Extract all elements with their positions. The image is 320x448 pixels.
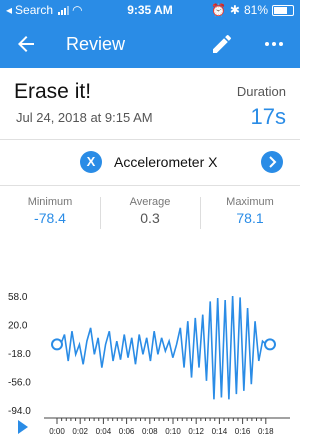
minimum-label: Minimum [27, 196, 73, 208]
x-tick-label: 0:14 [212, 427, 228, 436]
x-axis: 0:00 0:02 0:04 0:06 0:08 0:10 0:12 0:14 0:16 0:18 [44, 417, 290, 436]
x-tick-label: 0:08 [142, 427, 158, 436]
divider [0, 185, 300, 186]
next-sensor-button[interactable] [261, 151, 283, 173]
x-tick-label: 0:04 [96, 427, 112, 436]
sensor-x-icon: X [80, 151, 102, 173]
maximum-value: 78.1 [236, 210, 264, 226]
battery-icon [272, 4, 294, 16]
alarm-icon: ⏰ [210, 3, 226, 17]
y-tick-label: -18.0 [8, 349, 31, 360]
x-tick-label: 0:12 [188, 427, 204, 436]
more-dots-icon[interactable] [262, 32, 286, 56]
maximum-label: Maximum [226, 196, 274, 208]
app-bar: Review [0, 20, 300, 68]
series-line [57, 296, 270, 400]
y-tick-label: 58.0 [8, 292, 28, 303]
crop-end-handle[interactable] [264, 338, 276, 351]
x-tick-label: 0:02 [72, 427, 88, 436]
status-right: ⏰ ✱ 81% [211, 3, 294, 17]
stat-minimum: Minimum -78.4 [0, 196, 100, 226]
average-value: 0.3 [140, 210, 160, 226]
x-tick-label: 0:16 [235, 427, 251, 436]
sensor-name[interactable]: Accelerometer X [114, 154, 217, 170]
y-axis: 58.0 20.0 -18.0 -56.0 -94.0 [8, 292, 31, 417]
y-tick-label: -94.0 [8, 406, 31, 417]
crop-start-handle[interactable] [51, 338, 63, 351]
bluetooth-icon: ✱ [229, 3, 240, 17]
battery-fill [274, 6, 287, 14]
back-arrow-icon[interactable] [14, 32, 38, 56]
run-title: Erase it! [14, 80, 92, 103]
average-label: Average [129, 196, 171, 208]
pencil-icon[interactable] [210, 32, 234, 56]
y-tick-label: 20.0 [8, 321, 28, 332]
chevron-right-icon [269, 156, 277, 168]
stat-average: Average 0.3 [100, 196, 200, 226]
stat-maximum: Maximum 78.1 [200, 196, 300, 226]
run-date: Jul 24, 2018 at 9:15 AM [16, 110, 153, 125]
x-tick-label: 0:10 [165, 427, 181, 436]
duration-label: Duration [236, 84, 286, 99]
battery-percent: 81% [243, 3, 268, 17]
play-icon[interactable] [18, 420, 28, 434]
minimum-value: -78.4 [34, 210, 66, 226]
plot-area [51, 296, 276, 400]
divider [0, 139, 300, 140]
status-bar: ◂ Search ◠ 9:35 AM ⏰ ✱ 81% [0, 0, 300, 20]
x-tick-label: 0:00 [49, 427, 65, 436]
x-tick-label: 0:18 [258, 427, 274, 436]
page-title: Review [66, 34, 126, 54]
y-tick-label: -56.0 [8, 378, 31, 389]
duration-value: 17s [250, 104, 286, 129]
sensor-chart[interactable]: 58.0 20.0 -18.0 -56.0 -94.0 0:00 0:02 0:04 0:06… [0, 282, 300, 448]
x-tick-label: 0:06 [119, 427, 135, 436]
